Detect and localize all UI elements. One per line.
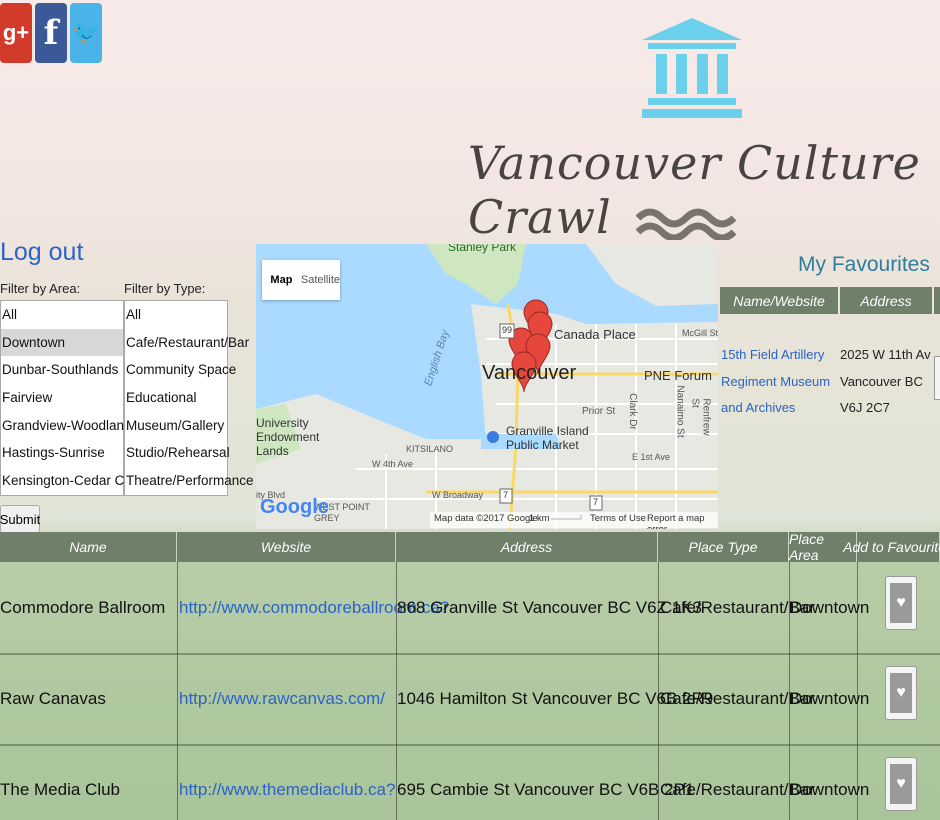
favourites-header-address: Address <box>840 287 934 314</box>
table-header-add-favourites: Add to Favourites <box>843 532 940 562</box>
map-label-prior-st: Prior St <box>582 406 616 417</box>
table-header-name: Name <box>0 532 177 562</box>
table-header-address: Address <box>396 532 658 562</box>
add-favourite-button[interactable]: ♥ <box>885 666 917 720</box>
map-label-stanley-park: Stanley Park <box>448 244 517 254</box>
facebook-glyph: f <box>43 13 59 53</box>
google-logo: Google <box>260 496 329 518</box>
type-option-cafe[interactable]: Cafe/Restaurant/Bar <box>125 329 249 357</box>
add-favourite-button[interactable]: ♥ <box>885 576 917 630</box>
favourites-header-overflow <box>934 287 940 314</box>
favourite-item-address: 2025 W 11th Av Vancouver BC V6J 2C7 <box>840 347 931 415</box>
row-website-link[interactable]: http://www.rawcanvas.com/ <box>179 689 385 709</box>
map-report-link[interactable]: Report a map error <box>647 513 718 529</box>
heart-icon: ♥ <box>896 775 906 792</box>
type-option-museum[interactable]: Museum/Gallery <box>125 412 227 440</box>
row-website-link[interactable]: http://www.themediaclub.ca? <box>179 780 395 800</box>
add-favourite-button[interactable]: ♥ <box>885 757 917 811</box>
map-label-canada-place: Canada Place <box>554 327 636 342</box>
row-address: 695 Cambie St Vancouver BC V6B 2P1 <box>397 780 695 799</box>
twitter-glyph: 🐦 <box>72 20 100 45</box>
google-map[interactable]: Map Satellite Stanley Park Canada Place … <box>256 244 718 529</box>
type-filter-label: Filter by Type: <box>124 281 206 296</box>
area-option-dunbar-southlands[interactable]: Dunbar-Southlands <box>1 356 123 384</box>
google-plus-icon[interactable]: g+ <box>0 3 32 63</box>
favourite-remove-button[interactable] <box>934 356 940 400</box>
map-attribution: Map data ©2017 Google <box>434 513 538 524</box>
map-label-granville-island: Granville Island Public Market <box>506 424 589 452</box>
area-option-kensington-cedar-cottage[interactable]: Kensington-Cedar Cottage <box>1 467 162 495</box>
heart-icon: ♥ <box>896 684 906 701</box>
type-option-all[interactable]: All <box>125 301 227 329</box>
wave-logo-icon <box>636 208 736 240</box>
area-option-all[interactable]: All <box>1 301 123 329</box>
favourites-title: My Favourites <box>798 253 930 276</box>
area-filter-label: Filter by Area: <box>0 281 81 296</box>
map-route-7-west: 7 <box>503 490 509 500</box>
type-option-educational[interactable]: Educational <box>125 384 227 412</box>
row-place-area: Downtown <box>790 689 870 708</box>
row-divider <box>0 744 940 746</box>
facebook-icon[interactable]: f <box>35 3 67 63</box>
map-label-renfrew-st: Renfrew St <box>689 398 712 436</box>
map-label-w4th: W 4th Ave <box>372 459 413 469</box>
area-option-hastings-sunrise[interactable]: Hastings-Sunrise <box>1 439 123 467</box>
map-route-99: 99 <box>502 325 513 335</box>
area-listbox[interactable]: All Downtown Dunbar-Southlands Fairview … <box>0 300 162 496</box>
map-route-7-east: 7 <box>593 497 599 507</box>
area-option-downtown[interactable]: Downtown <box>1 328 123 357</box>
satellite-tab[interactable]: Satellite <box>301 260 340 300</box>
twitter-icon[interactable]: 🐦 <box>70 3 102 63</box>
map-tab[interactable]: Map <box>262 260 301 300</box>
row-place-area: Downtown <box>790 780 870 799</box>
row-name: Raw Canavas <box>0 689 106 708</box>
map-label-kitsilano: KITSILANO <box>406 444 454 454</box>
logout-link[interactable]: Log out <box>0 238 83 267</box>
table-header-place-type: Place Type <box>658 532 789 562</box>
row-name: Commodore Ballroom <box>0 598 166 617</box>
map-type-control[interactable]: Map Satellite <box>262 260 340 300</box>
area-option-fairview[interactable]: Fairview <box>1 384 123 412</box>
area-option-grandview-woodland[interactable]: Grandview-Woodland <box>1 412 132 440</box>
map-terms-link[interactable]: Terms of Use <box>590 513 646 524</box>
table-header-website: Website <box>177 532 396 562</box>
map-label-e1st: E 1st Ave <box>632 452 670 462</box>
row-divider <box>0 653 940 655</box>
map-label-broadway: W Broadway <box>432 490 484 500</box>
type-option-community[interactable]: Community Space <box>125 356 236 384</box>
favourites-header-name: Name/Website <box>720 287 840 314</box>
museum-logo-icon <box>642 18 742 118</box>
map-label-clark-dr: Clark Dr <box>626 393 638 430</box>
map-label-nanaimo-st: Nanaimo St <box>674 385 686 438</box>
type-listbox[interactable]: All Cafe/Restaurant/Bar Community Space … <box>124 300 254 496</box>
type-option-studio[interactable]: Studio/Rehearsal <box>125 439 230 467</box>
type-option-theatre[interactable]: Theatre/Performance <box>125 467 254 495</box>
google-plus-glyph: g+ <box>2 20 30 45</box>
row-name: The Media Club <box>0 780 121 799</box>
favourite-item-link[interactable]: 15th Field Artillery Regiment Museum and… <box>721 342 833 422</box>
map-label-vancouver: Vancouver <box>482 362 577 384</box>
map-scale-label: 1 km <box>529 513 550 524</box>
row-place-area: Downtown <box>790 598 870 617</box>
row-address: 868 Granville St Vancouver BC V6Z 1K3 <box>397 598 702 617</box>
map-label-university: University Endowment Lands <box>256 416 320 458</box>
map-label-pne-forum: PNE Forum <box>644 368 712 383</box>
heart-icon: ♥ <box>896 594 906 611</box>
map-label-mcgill: McGill St <box>682 328 718 338</box>
column-divider <box>177 562 178 820</box>
submit-button[interactable]: Submit <box>0 505 40 533</box>
